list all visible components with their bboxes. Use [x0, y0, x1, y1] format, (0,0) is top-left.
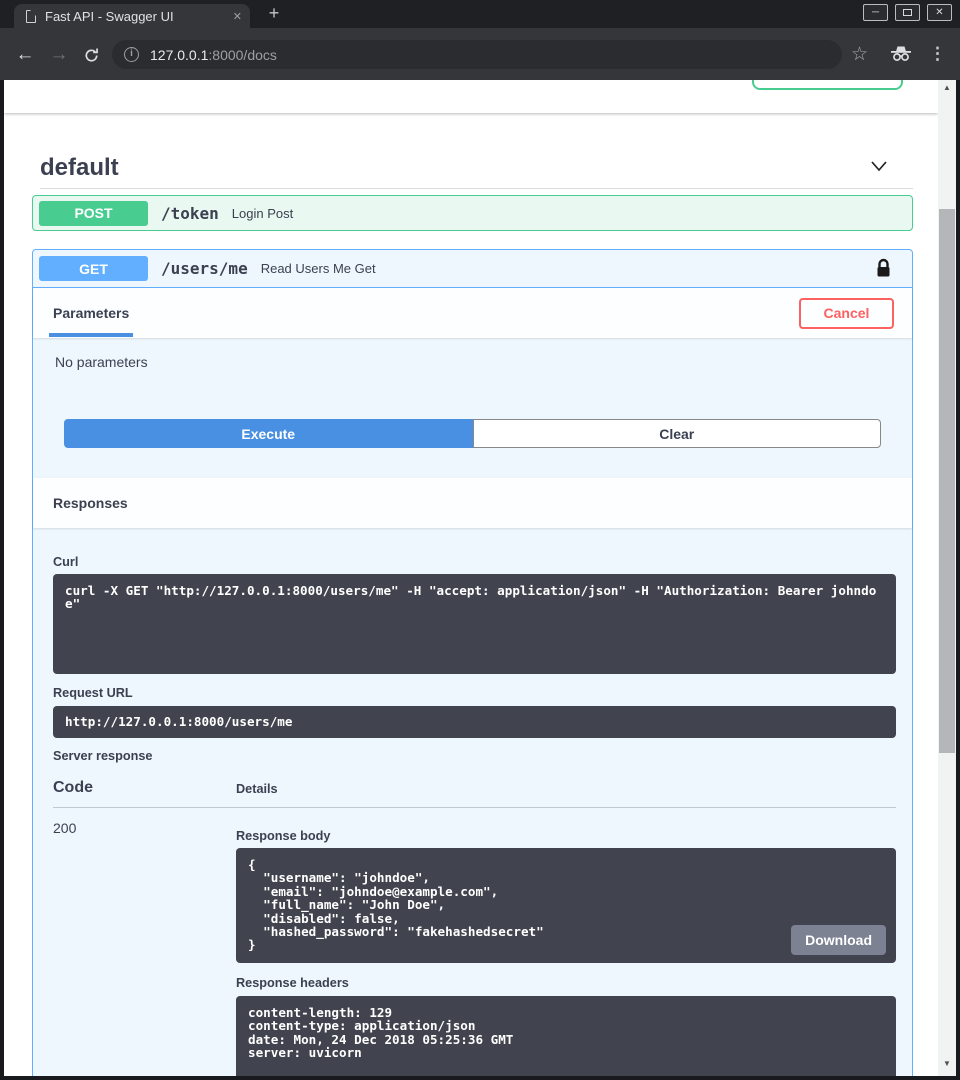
response-row-200: 200 Response body { "username": "johndoe… [53, 820, 896, 1076]
parameters-body: No parameters Execute Clear [33, 338, 912, 478]
browser-toolbar: ← → i 127.0.0.1:8000/docs ☆ ⋮ [0, 28, 960, 80]
response-body-wrap: { "username": "johndoe", "email": "johnd… [236, 848, 896, 963]
minimize-button[interactable]: ─ [863, 4, 888, 21]
tab-parameters[interactable]: Parameters [53, 288, 129, 338]
address-bar[interactable]: i 127.0.0.1:8000/docs [112, 40, 842, 69]
scrollbar-thumb[interactable] [939, 209, 955, 753]
browser-window: Fast API - Swagger UI ✕ + ─ ✕ ← → i 127.… [0, 0, 960, 1080]
scroll-down-icon[interactable]: ▼ [938, 1056, 956, 1072]
cancel-button[interactable]: Cancel [799, 298, 894, 329]
url-host: 127.0.0.1 [150, 47, 208, 63]
tab-close-icon[interactable]: ✕ [233, 10, 242, 23]
lock-icon[interactable] [875, 258, 892, 279]
window-frame-bottom [0, 1076, 960, 1080]
response-details: Response body { "username": "johndoe", "… [236, 820, 896, 1076]
op-summary-users-me: Read Users Me Get [261, 261, 376, 276]
tab-bar: Fast API - Swagger UI ✕ + ─ ✕ [0, 0, 960, 28]
chevron-down-icon[interactable] [868, 157, 890, 180]
request-url-label: Request URL [53, 686, 896, 700]
page-favicon-icon [26, 10, 36, 23]
browser-tab[interactable]: Fast API - Swagger UI ✕ [14, 4, 250, 28]
curl-label: Curl [53, 555, 896, 569]
server-response-label: Server response [53, 749, 896, 763]
response-headers-value: content-length: 129 content-type: applic… [236, 996, 896, 1076]
window-controls: ─ ✕ [863, 4, 952, 21]
opblock-get-users-me: GET /users/me Read Users Me Get Paramete… [32, 249, 913, 1076]
tab-title: Fast API - Swagger UI [45, 9, 227, 24]
tag-section-header[interactable]: default [32, 148, 913, 188]
download-button[interactable]: Download [791, 925, 886, 955]
op-path-users-me: /users/me [161, 259, 248, 278]
url-text: 127.0.0.1:8000/docs [150, 47, 277, 63]
scheme-container [4, 80, 938, 113]
tag-title: default [32, 154, 119, 182]
request-url-value: http://127.0.0.1:8000/users/me [53, 706, 896, 738]
responses-body: Curl curl -X GET "http://127.0.0.1:8000/… [33, 528, 912, 1076]
authorize-button-partial[interactable] [752, 80, 903, 90]
maximize-icon [903, 9, 912, 16]
status-code: 200 [53, 820, 236, 1076]
execute-button[interactable]: Execute [64, 419, 473, 448]
op-header[interactable]: GET /users/me Read Users Me Get [33, 250, 912, 288]
browser-menu-icon[interactable]: ⋮ [929, 44, 946, 64]
incognito-icon [889, 45, 913, 67]
forward-icon[interactable]: → [46, 42, 72, 68]
method-badge-get: GET [39, 256, 148, 281]
new-tab-button[interactable]: + [262, 3, 286, 25]
tag-divider [40, 188, 913, 189]
swagger-content: default POST /token Login Post GET /user… [4, 148, 938, 1076]
execute-wrapper: Execute Clear [64, 419, 881, 448]
url-path: :8000/docs [208, 47, 277, 63]
details-column-header: Details [236, 779, 278, 796]
response-table-header: Code Details [53, 779, 896, 808]
response-body-label: Response body [236, 829, 896, 843]
parameters-header: Parameters Cancel [33, 288, 912, 338]
maximize-button[interactable] [895, 4, 920, 21]
window-frame-right [956, 80, 960, 1080]
responses-title: Responses [53, 495, 128, 511]
reload-icon[interactable] [78, 42, 104, 68]
site-info-icon[interactable]: i [124, 47, 139, 62]
no-parameters-text: No parameters [55, 354, 892, 370]
close-button[interactable]: ✕ [927, 4, 952, 21]
bookmark-star-icon[interactable]: ☆ [851, 43, 868, 66]
code-column-header: Code [53, 779, 236, 797]
responses-header: Responses [33, 478, 912, 528]
page-viewport: default POST /token Login Post GET /user… [4, 80, 938, 1076]
back-icon[interactable]: ← [12, 42, 38, 68]
op-summary-token: Login Post [232, 206, 293, 221]
curl-command[interactable]: curl -X GET "http://127.0.0.1:8000/users… [53, 574, 896, 674]
response-headers-label: Response headers [236, 976, 896, 990]
method-badge-post: POST [39, 201, 148, 226]
page-scrollbar[interactable]: ▲ ▼ [938, 80, 956, 1076]
clear-button[interactable]: Clear [473, 419, 882, 448]
opblock-post-token[interactable]: POST /token Login Post [32, 195, 913, 231]
op-path-token: /token [161, 204, 219, 223]
scroll-up-icon[interactable]: ▲ [938, 80, 956, 96]
